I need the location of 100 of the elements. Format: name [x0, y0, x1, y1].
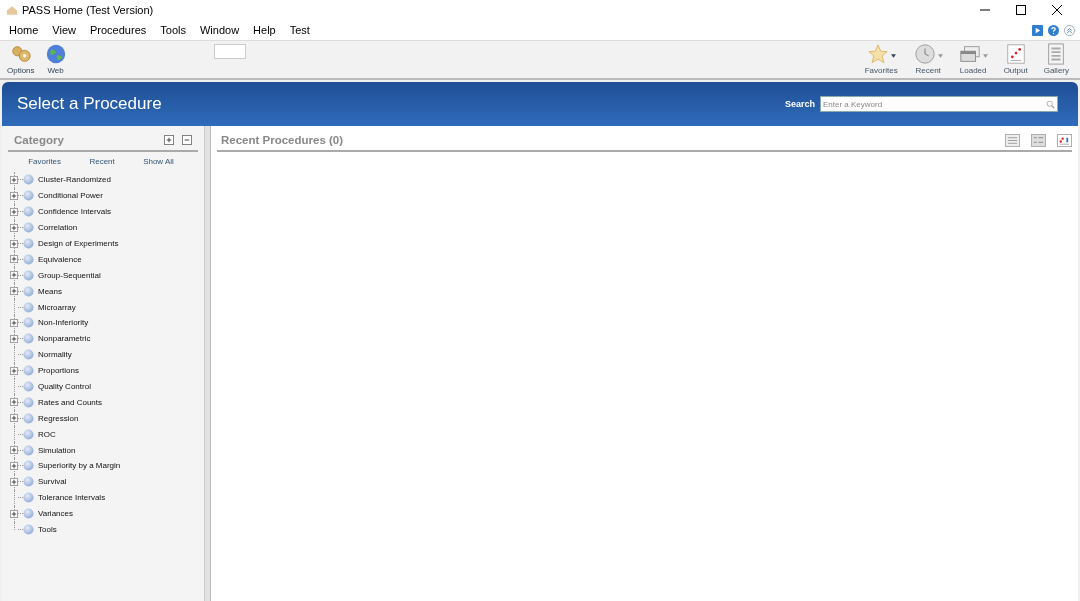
- sphere-icon: [23, 238, 34, 249]
- filter-link[interactable]: Show All: [143, 157, 174, 166]
- sphere-icon: [23, 206, 34, 218]
- play-icon[interactable]: [1032, 24, 1043, 36]
- expand-icon[interactable]: [10, 255, 18, 264]
- collapse-icon[interactable]: [1064, 24, 1075, 36]
- help-icon[interactable]: [1048, 24, 1059, 36]
- expand-icon[interactable]: [10, 191, 18, 200]
- expand-icon[interactable]: [10, 398, 18, 407]
- category-item[interactable]: Design of Experiments: [38, 239, 119, 248]
- category-item[interactable]: Proportions: [38, 366, 79, 376]
- collapse-all-icon[interactable]: [182, 135, 192, 145]
- search-label: Search: [784, 99, 815, 109]
- filter-link[interactable]: Favorites: [28, 157, 62, 166]
- menu-item[interactable]: View: [52, 24, 76, 36]
- panel-title: Category: [14, 134, 64, 146]
- category-item[interactable]: Rates and Counts: [38, 397, 103, 407]
- category-item[interactable]: Nonparametric: [38, 334, 91, 344]
- category-item[interactable]: Variances: [38, 509, 73, 519]
- expand-icon[interactable]: [10, 334, 18, 343]
- category-item[interactable]: Regression: [38, 413, 79, 423]
- sphere-icon: [23, 253, 34, 265]
- category-item[interactable]: Means: [38, 286, 62, 296]
- expand-icon[interactable]: [10, 271, 18, 280]
- expand-icon[interactable]: [10, 207, 18, 216]
- sphere-icon: [23, 190, 34, 202]
- sphere-icon: [23, 460, 34, 472]
- sphere-icon: [23, 381, 34, 392]
- category-item[interactable]: Tools: [38, 525, 57, 535]
- section-title: Recent Procedures (0): [221, 134, 344, 146]
- sphere-icon: [23, 508, 34, 520]
- category-item[interactable]: ROC: [38, 429, 56, 439]
- dropdown-arrow-icon[interactable]: [890, 54, 896, 58]
- sphere-icon: [23, 444, 34, 456]
- page-title: Select a Procedure: [17, 94, 162, 114]
- category-item[interactable]: Quality Control: [38, 382, 91, 391]
- filter-link[interactable]: Recent: [89, 157, 115, 166]
- toolbar-button[interactable]: Gallery: [1040, 43, 1072, 75]
- house-icon: [6, 4, 18, 16]
- category-item[interactable]: Superiority by a Margin: [38, 461, 121, 471]
- expand-icon[interactable]: [10, 414, 18, 423]
- toolbar-button[interactable]: Loaded: [955, 43, 991, 75]
- expand-icon[interactable]: [10, 175, 18, 184]
- search-field[interactable]: Enter a Keyword: [820, 96, 1058, 112]
- sphere-icon: [23, 524, 34, 536]
- category-item[interactable]: Conditional Power: [38, 191, 103, 201]
- sphere-icon: [23, 269, 34, 281]
- globe-icon: [44, 43, 67, 65]
- scatter-chart-icon: [1004, 43, 1027, 65]
- expand-icon[interactable]: [10, 477, 18, 486]
- toolbar-button[interactable]: Web: [41, 43, 70, 75]
- toolbar-button[interactable]: Output: [1000, 43, 1031, 75]
- search-icon: [1046, 99, 1055, 109]
- category-item[interactable]: Non-Inferiority: [38, 318, 89, 328]
- sphere-icon: [23, 396, 34, 408]
- toolbar-button[interactable]: Favorites: [861, 43, 901, 75]
- expand-icon[interactable]: [10, 239, 18, 248]
- sphere-icon: [23, 349, 34, 361]
- category-item[interactable]: Microarray: [38, 302, 76, 312]
- expand-icon[interactable]: [10, 223, 18, 232]
- sphere-icon: [23, 301, 34, 313]
- expand-icon[interactable]: [10, 287, 18, 296]
- menu-item[interactable]: Home: [9, 24, 39, 36]
- sphere-icon: [23, 412, 34, 424]
- close-icon[interactable]: [1052, 5, 1062, 15]
- sphere-icon: [23, 333, 34, 345]
- expand-icon[interactable]: [10, 318, 18, 327]
- category-item[interactable]: Tolerance Intervals: [38, 493, 106, 503]
- menu-item[interactable]: Tools: [160, 24, 186, 36]
- category-item[interactable]: Cluster-Randomized: [38, 175, 111, 185]
- star-icon: [866, 43, 889, 65]
- expand-icon[interactable]: [10, 509, 18, 518]
- maximize-icon[interactable]: [1016, 5, 1026, 15]
- category-item[interactable]: Confidence Intervals: [38, 207, 111, 217]
- sphere-icon: [23, 428, 34, 440]
- expand-icon[interactable]: [10, 446, 18, 455]
- toolbar-button[interactable]: Recent: [910, 43, 946, 75]
- sphere-icon: [23, 222, 34, 234]
- expand-icon[interactable]: [10, 461, 18, 470]
- list-view-icon[interactable]: [1005, 133, 1020, 147]
- category-item[interactable]: Group-Sequential: [38, 270, 101, 280]
- menu-item[interactable]: Help: [253, 24, 276, 36]
- window-title: PASS Home (Test Version): [22, 4, 154, 16]
- expand-all-icon[interactable]: [164, 135, 174, 145]
- sphere-icon: [23, 317, 34, 329]
- menu-item[interactable]: Test: [289, 24, 310, 36]
- expand-icon[interactable]: [10, 366, 18, 375]
- toolbar-button[interactable]: Options: [4, 43, 38, 75]
- clock-icon: [913, 43, 936, 65]
- menu-item[interactable]: Procedures: [90, 24, 147, 36]
- details-view-icon[interactable]: [1031, 133, 1046, 147]
- category-item[interactable]: Equivalence: [38, 254, 82, 264]
- category-item[interactable]: Simulation: [38, 445, 76, 455]
- sphere-icon: [23, 174, 34, 186]
- category-item[interactable]: Correlation: [38, 223, 78, 233]
- category-item[interactable]: Survival: [38, 477, 67, 487]
- category-item[interactable]: Normality: [38, 350, 72, 360]
- menu-item[interactable]: Window: [199, 24, 240, 36]
- sphere-icon: [23, 492, 34, 504]
- chart-view-icon[interactable]: [1057, 133, 1072, 147]
